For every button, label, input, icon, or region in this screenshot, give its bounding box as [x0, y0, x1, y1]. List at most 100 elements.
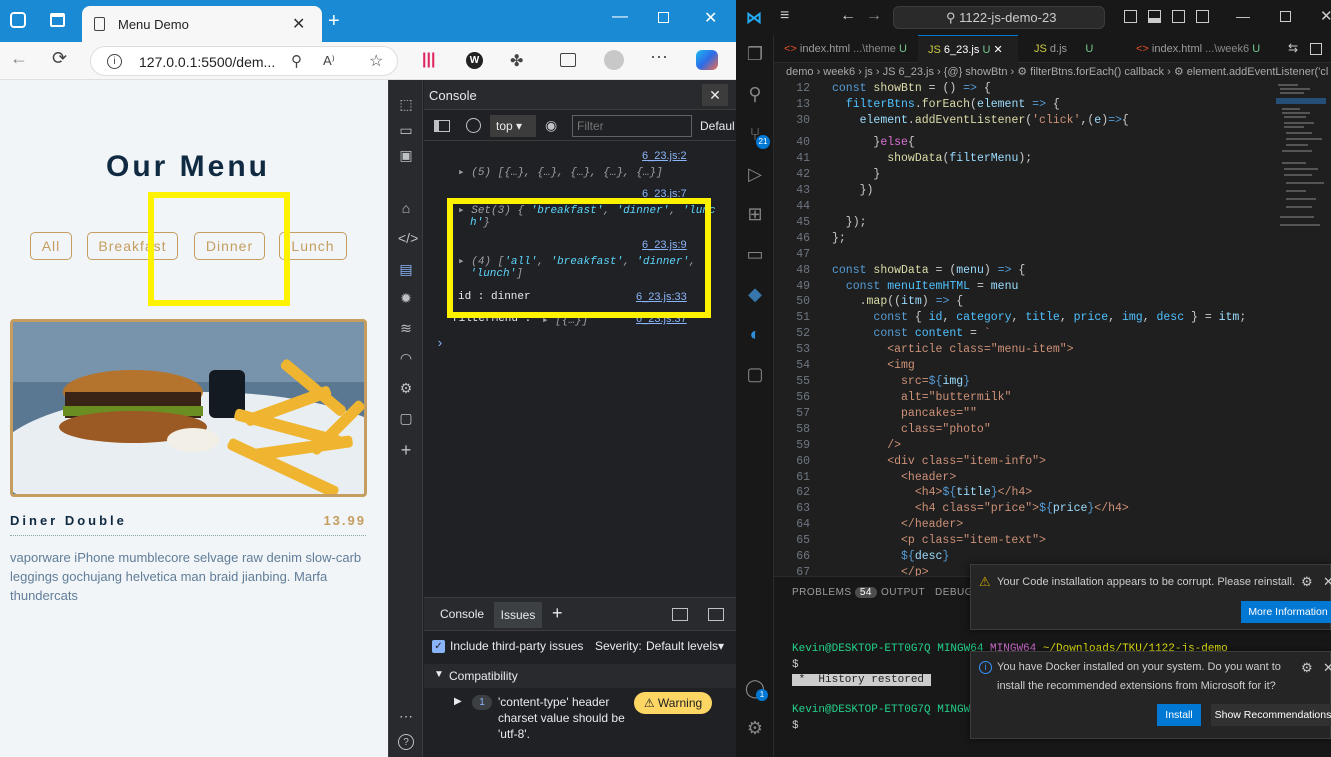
severity-select[interactable]: Default levels▾ — [646, 639, 724, 653]
sidebar-toggle-icon[interactable] — [434, 120, 450, 132]
code-line[interactable]: <article class="menu-item"> — [832, 343, 1073, 356]
code-line[interactable]: alt="buttermilk" — [832, 391, 1011, 404]
tab-d-js[interactable]: JS d.js U — [1024, 35, 1120, 63]
code-line[interactable]: const content = ` — [832, 327, 990, 340]
notification-close-icon[interactable]: ✕ — [1323, 574, 1331, 590]
layout-icon[interactable] — [1196, 10, 1209, 23]
profile-avatar[interactable] — [604, 50, 624, 70]
new-tab-icon[interactable]: + — [328, 10, 340, 33]
nav-forward-icon[interactable]: → — [866, 7, 882, 25]
device-icon[interactable]: ▭ — [398, 122, 414, 138]
live-expression-eye-icon[interactable]: ◉ — [545, 117, 557, 134]
info-icon[interactable]: i — [107, 54, 122, 69]
close-icon[interactable]: ✕ — [292, 14, 305, 34]
code-line[interactable]: const { id, category, title, price, img,… — [832, 311, 1246, 324]
code-line[interactable]: const menuItemHTML = menu — [832, 280, 1019, 293]
code-line[interactable]: ${desc} — [832, 550, 949, 563]
workspaces-icon[interactable] — [10, 12, 26, 28]
minimap[interactable] — [1276, 82, 1326, 252]
issue-category-compatibility[interactable]: ▼ Compatibility — [424, 664, 737, 688]
more-icon[interactable]: ⋯ — [398, 708, 414, 724]
code-line[interactable]: <div class="item-info"> — [832, 455, 1046, 468]
address-bar[interactable]: i 127.0.0.1:5500/dem... ⚲ A⁾ ☆ — [90, 46, 398, 76]
breadcrumb[interactable]: demo › week6 › js › JS 6_23.js › {@} sho… — [786, 65, 1331, 83]
minimize-icon[interactable]: — — [1236, 8, 1250, 24]
extensions-icon[interactable]: ⊞ — [744, 203, 766, 225]
code-line[interactable]: <h4 class="price">${price}</h4> — [832, 502, 1129, 515]
include-third-party-checkbox[interactable]: ✓ — [432, 640, 445, 653]
log-source-link[interactable]: 6_23.js:2 — [642, 150, 687, 162]
minimize-icon[interactable]: — — [612, 8, 628, 26]
console-filter-input[interactable] — [572, 115, 692, 137]
panel-tab-problems[interactable]: PROBLEMS 54 — [792, 587, 877, 598]
dock-icon[interactable] — [672, 608, 688, 621]
settings-icon[interactable]: ⚙ — [398, 380, 414, 396]
code-line[interactable]: showData(filterMenu); — [832, 152, 1032, 165]
help-icon[interactable]: ? — [398, 734, 414, 750]
zoom-icon[interactable]: ⚲ — [291, 52, 302, 70]
code-line[interactable]: <h4>${title}</h4> — [832, 486, 1032, 499]
console-prompt-icon[interactable]: › — [436, 336, 444, 351]
tab-6-23-js[interactable]: JS 6_23.js U ✕ — [918, 35, 1018, 63]
extension-w-icon[interactable]: W — [466, 52, 483, 69]
code-line[interactable]: <header> — [832, 471, 956, 484]
python-icon[interactable]: ◆ — [744, 283, 766, 305]
code-line[interactable]: <p class="item-text"> — [832, 534, 1046, 547]
code-line[interactable]: const showBtn = () => { — [832, 82, 991, 95]
chat-icon[interactable]: ▢ — [744, 363, 766, 385]
close-window-icon[interactable]: ✕ — [704, 8, 717, 28]
show-recommendations-button[interactable]: Show Recommendations — [1211, 704, 1331, 726]
code-line[interactable]: filterBtns.forEach(element => { — [832, 98, 1060, 111]
application-icon[interactable]: ▢ — [398, 410, 414, 426]
more-icon[interactable]: ··· — [650, 46, 668, 67]
window-icon[interactable]: ▣ — [398, 147, 414, 163]
refresh-icon[interactable]: ⟳ — [52, 48, 67, 69]
run-debug-icon[interactable]: ▷ — [744, 163, 766, 185]
explorer-icon[interactable]: ❐ — [744, 43, 766, 65]
remote-explorer-icon[interactable]: ▭ — [744, 243, 766, 265]
performance-icon[interactable]: ◠ — [398, 350, 414, 366]
code-line[interactable]: element.addEventListener('click',(e)=>{ — [832, 114, 1129, 127]
code-editor[interactable]: 12 const showBtn = () => {13 filterBtns.f… — [774, 82, 1331, 576]
issue-item[interactable]: ▶ 1 'content-type' header charset value … — [424, 690, 737, 750]
toggle-secondary-icon[interactable] — [1172, 10, 1185, 23]
inspect-icon[interactable]: ⬚ — [398, 96, 414, 112]
notification-close-icon[interactable]: ✕ — [1323, 660, 1331, 676]
maximize-icon[interactable] — [1280, 11, 1291, 22]
compare-icon[interactable]: ⇆ — [1288, 41, 1298, 55]
favorite-icon[interactable]: ☆ — [369, 51, 383, 71]
tab-menu-demo[interactable]: Menu Demo ✕ — [82, 6, 322, 42]
audio-ext-icon[interactable]: ||| — [422, 51, 435, 69]
network-icon[interactable]: ≋ — [398, 320, 414, 336]
filter-all-button[interactable]: All — [30, 232, 72, 260]
log-levels-dropdown[interactable]: Defaul — [700, 119, 735, 133]
copilot-icon[interactable] — [696, 50, 718, 70]
read-aloud-icon[interactable]: A⁾ — [323, 53, 335, 69]
code-line[interactable]: }else{ — [832, 136, 914, 149]
welcome-icon[interactable]: ⌂ — [398, 200, 414, 216]
close-window-icon[interactable]: ✕ — [1320, 7, 1331, 25]
extensions-icon[interactable]: ✤ — [510, 51, 523, 71]
code-line[interactable]: <img — [832, 359, 915, 372]
elements-icon[interactable]: </> — [398, 230, 418, 246]
log-array-5[interactable]: ▸ (5) [{…}, {…}, {…}, {…}, {…}] — [458, 165, 663, 179]
drawer-tab-console[interactable]: Console — [440, 607, 484, 621]
maximize-icon[interactable] — [658, 12, 669, 23]
code-line[interactable]: } — [832, 168, 880, 181]
code-line[interactable]: }) — [832, 184, 874, 197]
more-information-button[interactable]: More Information — [1241, 601, 1331, 623]
drawer-tab-issues[interactable]: Issues — [494, 602, 542, 628]
split-editor-icon[interactable] — [1310, 43, 1322, 55]
code-line[interactable]: pancakes="" — [832, 407, 977, 420]
toggle-panel-icon[interactable] — [1148, 10, 1161, 23]
more-tools-icon[interactable]: + — [398, 441, 414, 459]
manage-gear-icon[interactable]: ⚙ — [744, 717, 766, 739]
sources-icon[interactable]: ✹ — [398, 290, 414, 306]
tab-index-html-theme[interactable]: <> index.html ...\theme U — [774, 35, 914, 63]
edge-devtools-icon[interactable]: ◐ — [744, 323, 766, 345]
code-line[interactable]: }); — [832, 216, 867, 229]
close-drawer-icon[interactable] — [708, 608, 724, 621]
context-select[interactable]: top ▾ — [490, 115, 536, 137]
back-icon[interactable]: ← — [10, 48, 28, 69]
command-center-search[interactable]: ⚲ 1122-js-demo-23 — [893, 6, 1105, 29]
